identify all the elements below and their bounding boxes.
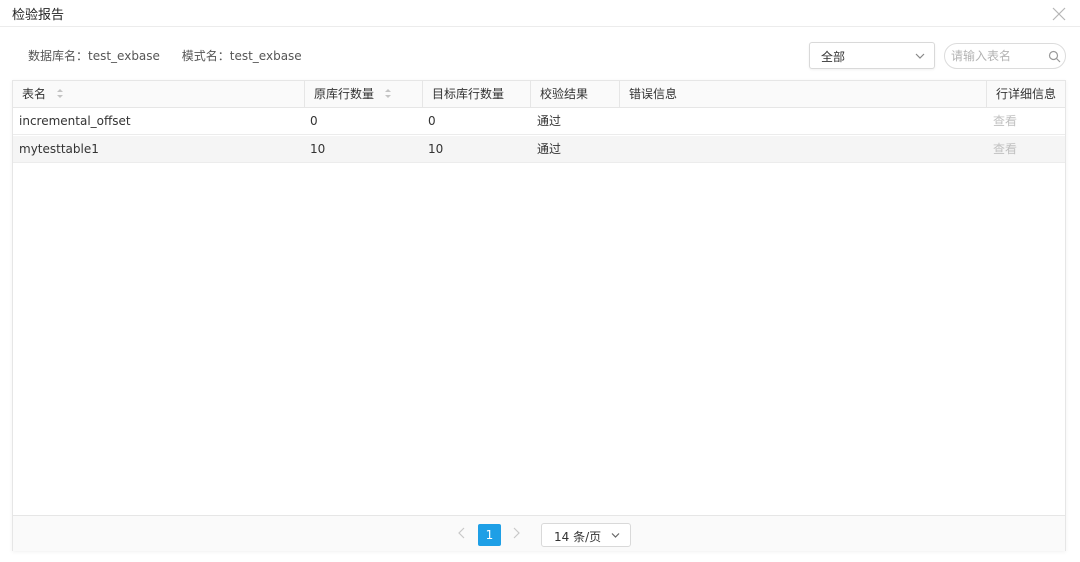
cell-error-info [620, 136, 987, 163]
page-button-current[interactable]: 1 [478, 524, 501, 546]
table-header: 表名 原库行数量 目标库行数量 校验结果 错误信息 行详细信息 [13, 81, 1065, 108]
dialog-header: 检验报告 [0, 0, 1080, 27]
column-header-source-rows[interactable]: 原库行数量 [305, 81, 423, 108]
view-details-link[interactable]: 查看 [987, 136, 1065, 163]
cell-target-rows: 10 [428, 142, 444, 156]
cell-error-info [620, 108, 987, 135]
result-filter-select[interactable]: 全部 [809, 42, 935, 69]
search-input[interactable] [951, 47, 1043, 65]
cell-check-result: 通过 [537, 114, 562, 128]
sort-icon[interactable] [56, 88, 64, 99]
dialog-title: 检验报告 [12, 8, 65, 23]
column-header-check-result: 校验结果 [531, 81, 620, 108]
column-header-table-name[interactable]: 表名 [13, 81, 305, 108]
pagination: 1 14 条/页 [13, 515, 1065, 551]
table-search-box[interactable] [944, 43, 1066, 69]
sort-icon[interactable] [384, 88, 392, 99]
search-icon[interactable] [1048, 50, 1061, 63]
table-row: mytesttable1 10 10 通过 查看 [13, 136, 1065, 163]
column-header-error-info: 错误信息 [620, 81, 987, 108]
view-details-link[interactable]: 查看 [987, 108, 1065, 135]
report-table: 表名 原库行数量 目标库行数量 校验结果 错误信息 行详细信息 incremen… [12, 80, 1066, 551]
column-header-target-rows: 目标库行数量 [423, 81, 531, 108]
cell-target-rows: 0 [428, 114, 436, 128]
chevron-down-icon [915, 53, 925, 59]
cell-check-result: 通过 [537, 142, 562, 156]
info-row: 数据库名：test_exbase 模式名：test_exbase [28, 47, 302, 64]
page-size-select[interactable]: 14 条/页 [541, 523, 631, 547]
column-header-row-details: 行详细信息 [996, 87, 1057, 101]
chevron-right-icon[interactable] [511, 527, 521, 539]
close-icon[interactable] [1050, 5, 1068, 23]
cell-source-rows: 10 [310, 142, 326, 156]
page-size-label: 14 条/页 [554, 530, 602, 544]
chevron-left-icon[interactable] [457, 527, 467, 539]
schema-name-text: 模式名：test_exbase [181, 49, 302, 63]
table-row: incremental_offset 0 0 通过 查看 [13, 108, 1065, 135]
cell-table-name: mytesttable1 [19, 142, 99, 156]
filter-selected-value: 全部 [821, 50, 846, 64]
database-name-text: 数据库名：test_exbase [28, 49, 160, 63]
cell-source-rows: 0 [310, 114, 318, 128]
chevron-down-icon [611, 533, 620, 538]
cell-table-name: incremental_offset [19, 114, 131, 128]
